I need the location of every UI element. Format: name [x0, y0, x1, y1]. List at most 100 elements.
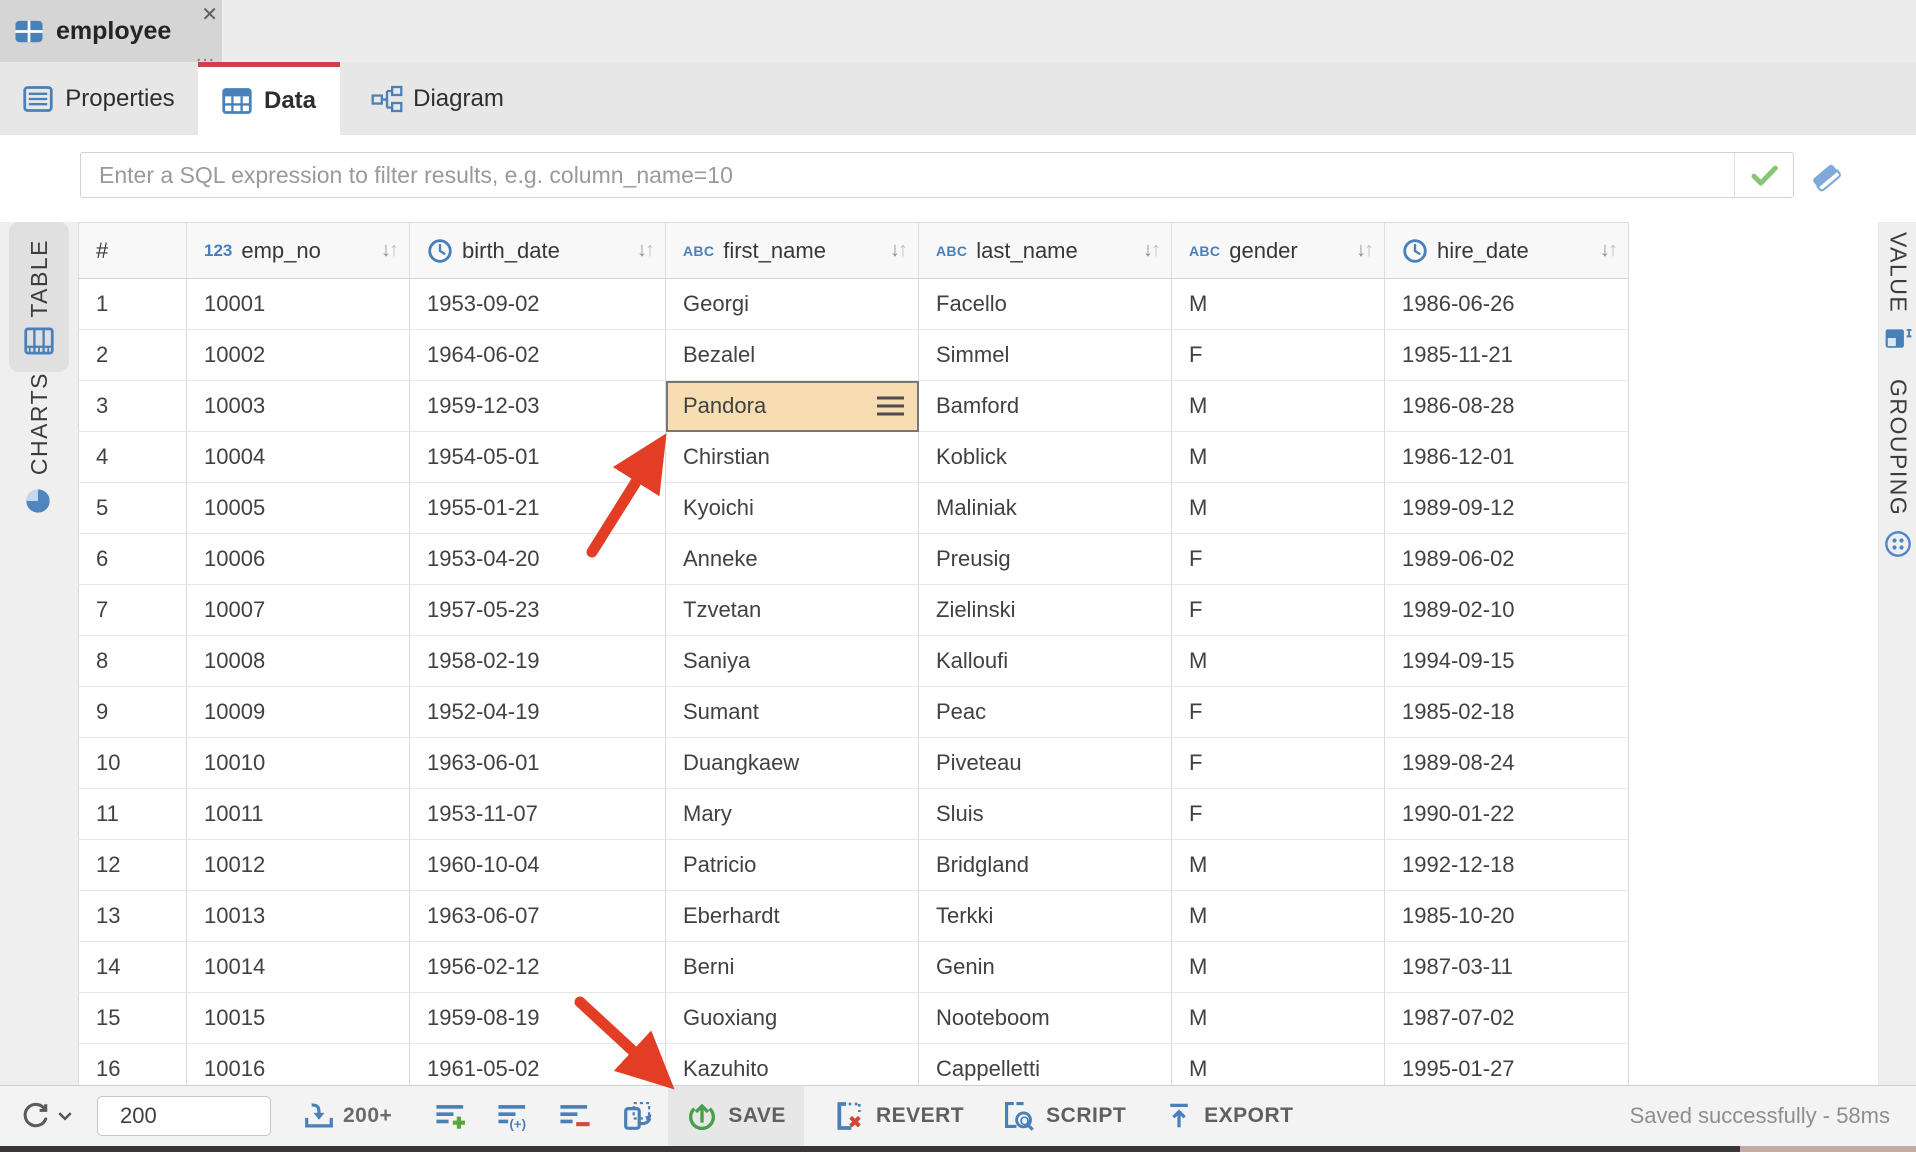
tab-data[interactable]: Data — [198, 62, 340, 135]
data-cell[interactable]: 1957-05-23 — [410, 585, 666, 636]
data-cell[interactable]: F — [1172, 534, 1385, 585]
refresh-icon[interactable] — [20, 1100, 52, 1132]
data-cell[interactable]: 1953-09-02 — [410, 279, 666, 330]
revert-button[interactable]: REVERT — [834, 1100, 964, 1132]
data-cell[interactable]: M — [1172, 993, 1385, 1044]
editor-tab-employee[interactable]: employee ✕ … — [0, 0, 222, 62]
data-cell[interactable]: 1958-02-19 — [410, 636, 666, 687]
add-row-icon[interactable] — [434, 1101, 468, 1131]
data-cell[interactable]: 1964-06-02 — [410, 330, 666, 381]
data-cell[interactable]: Tzvetan — [666, 585, 919, 636]
data-cell[interactable]: 1986-06-26 — [1385, 279, 1629, 330]
data-cell[interactable]: M — [1172, 891, 1385, 942]
data-cell[interactable]: 10004 — [187, 432, 410, 483]
data-cell[interactable]: Saniya — [666, 636, 919, 687]
panel-tab-value[interactable]: VALUE — [1879, 232, 1916, 351]
data-cell[interactable]: 1992-12-18 — [1385, 840, 1629, 891]
data-cell[interactable]: 10014 — [187, 942, 410, 993]
data-cell[interactable]: Sumant — [666, 687, 919, 738]
data-cell[interactable]: Anneke — [666, 534, 919, 585]
data-cell[interactable]: 1963-06-01 — [410, 738, 666, 789]
data-cell[interactable]: 10009 — [187, 687, 410, 738]
data-cell[interactable]: Sluis — [919, 789, 1172, 840]
data-cell[interactable]: 1952-04-19 — [410, 687, 666, 738]
data-cell[interactable]: Bridgland — [919, 840, 1172, 891]
data-cell[interactable]: 1985-10-20 — [1385, 891, 1629, 942]
data-cell[interactable]: F — [1172, 585, 1385, 636]
tab-properties[interactable]: Properties — [0, 62, 198, 135]
data-cell[interactable]: 1989-08-24 — [1385, 738, 1629, 789]
tab-overflow-icon[interactable]: … — [195, 50, 216, 60]
data-cell[interactable]: Piveteau — [919, 738, 1172, 789]
data-cell[interactable]: Berni — [666, 942, 919, 993]
data-cell[interactable]: M — [1172, 636, 1385, 687]
data-cell[interactable]: Zielinski — [919, 585, 1172, 636]
generate-rows-icon[interactable] — [622, 1101, 654, 1131]
data-cell[interactable]: Facello — [919, 279, 1172, 330]
data-cell[interactable]: Koblick — [919, 432, 1172, 483]
data-cell[interactable]: Bamford — [919, 381, 1172, 432]
data-cell[interactable]: F — [1172, 789, 1385, 840]
filter-input[interactable] — [81, 162, 1734, 189]
data-cell[interactable]: 1953-04-20 — [410, 534, 666, 585]
duplicate-row-icon[interactable]: (+) — [496, 1101, 530, 1131]
column-header-hire_date[interactable]: hire_date↓↑ — [1385, 223, 1629, 279]
sort-toggle-icon[interactable]: ↓↑ — [1143, 239, 1161, 262]
data-cell[interactable]: 1985-02-18 — [1385, 687, 1629, 738]
data-cell[interactable]: 1987-03-11 — [1385, 942, 1629, 993]
data-cell[interactable]: M — [1172, 432, 1385, 483]
sort-toggle-icon[interactable]: ↓↑ — [1600, 239, 1618, 262]
data-cell[interactable]: Bezalel — [666, 330, 919, 381]
data-cell[interactable]: 10010 — [187, 738, 410, 789]
data-cell[interactable]: Eberhardt — [666, 891, 919, 942]
data-cell[interactable]: 1954-05-01 — [410, 432, 666, 483]
data-cell[interactable]: Patricio — [666, 840, 919, 891]
apply-filter-button[interactable] — [1734, 153, 1793, 197]
cell-menu-icon[interactable] — [877, 397, 904, 416]
row-limit-input[interactable] — [97, 1096, 271, 1136]
data-cell[interactable]: 1989-02-10 — [1385, 585, 1629, 636]
data-cell[interactable]: 1987-07-02 — [1385, 993, 1629, 1044]
refresh-chevron-icon[interactable] — [57, 1110, 73, 1122]
column-header-first_name[interactable]: ABCfirst_name↓↑ — [666, 223, 919, 279]
data-cell[interactable]: F — [1172, 687, 1385, 738]
clear-filter-icon[interactable] — [1806, 157, 1846, 197]
data-cell[interactable]: Nooteboom — [919, 993, 1172, 1044]
data-cell[interactable]: Peac — [919, 687, 1172, 738]
data-cell[interactable]: 10006 — [187, 534, 410, 585]
data-cell[interactable]: M — [1172, 381, 1385, 432]
data-cell[interactable]: 1986-12-01 — [1385, 432, 1629, 483]
data-cell[interactable]: 1990-01-22 — [1385, 789, 1629, 840]
data-cell[interactable]: 10005 — [187, 483, 410, 534]
data-cell[interactable]: Maliniak — [919, 483, 1172, 534]
data-cell[interactable]: 10003 — [187, 381, 410, 432]
data-cell[interactable]: Guoxiang — [666, 993, 919, 1044]
data-cell[interactable]: M — [1172, 279, 1385, 330]
column-header-birth_date[interactable]: birth_date↓↑ — [410, 223, 666, 279]
data-cell[interactable]: M — [1172, 483, 1385, 534]
data-cell[interactable]: 1959-08-19 — [410, 993, 666, 1044]
data-cell[interactable]: 10015 — [187, 993, 410, 1044]
data-cell[interactable]: Georgi — [666, 279, 919, 330]
panel-tab-charts[interactable]: CHARTS — [9, 372, 69, 515]
data-cell[interactable]: F — [1172, 330, 1385, 381]
fetch-more-label[interactable]: 200+ — [343, 1104, 392, 1128]
sort-toggle-icon[interactable]: ↓↑ — [637, 239, 655, 262]
data-cell[interactable]: 10008 — [187, 636, 410, 687]
column-header-emp_no[interactable]: 123emp_no↓↑ — [187, 223, 410, 279]
panel-tab-grouping[interactable]: GROUPING — [1879, 379, 1916, 558]
script-button[interactable]: Q SCRIPT — [1002, 1100, 1126, 1132]
data-cell[interactable]: 1953-11-07 — [410, 789, 666, 840]
sort-toggle-icon[interactable]: ↓↑ — [381, 239, 399, 262]
data-cell[interactable]: Mary — [666, 789, 919, 840]
delete-row-icon[interactable] — [558, 1101, 592, 1131]
export-button[interactable]: EXPORT — [1164, 1101, 1293, 1131]
column-header-gender[interactable]: ABCgender↓↑ — [1172, 223, 1385, 279]
data-cell[interactable]: 1985-11-21 — [1385, 330, 1629, 381]
data-cell[interactable]: 1956-02-12 — [410, 942, 666, 993]
data-cell[interactable]: 1994-09-15 — [1385, 636, 1629, 687]
save-button[interactable]: SAVE — [668, 1086, 804, 1146]
data-cell[interactable]: Duangkaew — [666, 738, 919, 789]
data-cell[interactable]: Terkki — [919, 891, 1172, 942]
column-header-last_name[interactable]: ABClast_name↓↑ — [919, 223, 1172, 279]
